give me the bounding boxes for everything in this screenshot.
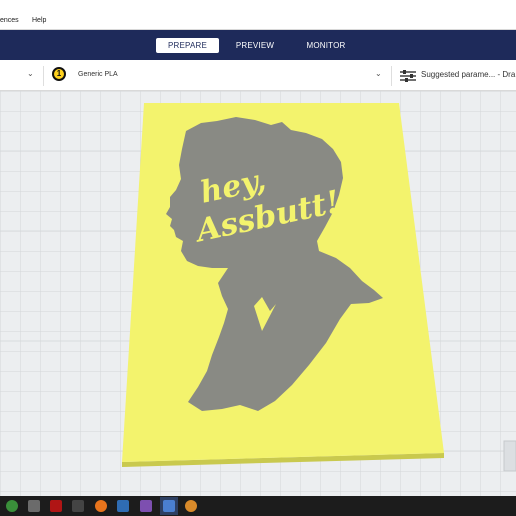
os-taskbar [0,496,516,516]
printer-toolbar: ⌄ Generic PLA ⌄ Suggested parame... - Dr… [0,60,516,91]
app-icon[interactable] [72,500,84,512]
menu-preferences[interactable]: ences [0,17,19,24]
game-icon[interactable] [140,500,152,512]
netflix-icon[interactable] [50,500,62,512]
divider [391,66,392,86]
xbox-icon[interactable] [6,500,18,512]
file-explorer-icon[interactable] [28,500,40,512]
app-icon[interactable] [185,500,197,512]
chevron-down-icon[interactable]: ⌄ [375,69,382,78]
firefox-icon[interactable] [95,500,107,512]
tab-monitor[interactable]: MONITOR [300,38,352,53]
divider [43,66,44,86]
menu-help[interactable]: Help [32,17,46,24]
material-label[interactable]: Generic PLA [78,71,118,78]
cura-icon[interactable] [163,500,175,512]
chevron-down-icon[interactable]: ⌄ [27,69,34,78]
stage-bar: PREPARE PREVIEW MONITOR [0,30,516,60]
tab-prepare[interactable]: PREPARE [156,38,219,53]
menu-bar: ences Help [0,0,516,30]
tab-preview[interactable]: PREVIEW [231,38,279,53]
extruder-icon[interactable]: 1 [52,67,66,81]
view-widget[interactable] [503,440,516,472]
settings-sliders-icon[interactable] [400,69,416,82]
build-plate-viewport[interactable]: hey, Assbutt! [0,91,516,496]
print-settings-summary[interactable]: Suggested parame... - Dra [421,70,515,79]
mail-icon[interactable] [117,500,129,512]
